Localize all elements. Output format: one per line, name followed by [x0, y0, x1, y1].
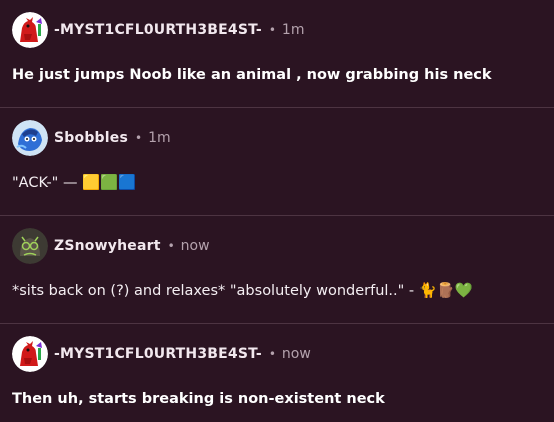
username[interactable]: Sbobbles: [54, 130, 128, 146]
post-header: Sbobbles • 1m: [12, 120, 171, 156]
post-item: -MYST1CFL0URTH3BE4ST- • 1m He just jumps…: [0, 0, 554, 108]
username[interactable]: -MYST1CFL0URTH3BE4ST-: [54, 346, 262, 362]
separator-dot: •: [167, 239, 175, 253]
separator-dot: •: [135, 131, 143, 145]
timestamp: 1m: [281, 22, 305, 38]
post-item: -MYST1CFL0URTH3BE4ST- • now Then uh, sta…: [0, 324, 554, 422]
chat-feed: -MYST1CFL0URTH3BE4ST- • 1m He just jumps…: [0, 0, 554, 422]
message-text: Then uh, starts breaking is non-existent…: [12, 391, 385, 407]
post-header: -MYST1CFL0URTH3BE4ST- • 1m: [12, 12, 304, 48]
timestamp: now: [180, 238, 210, 254]
blue-character-avatar-icon[interactable]: [12, 120, 48, 156]
red-devil-avatar-icon[interactable]: [12, 12, 48, 48]
timestamp: 1m: [148, 130, 171, 146]
post-item: Sbobbles • 1m "ACK-" — 🟨🟩🟦: [0, 108, 554, 216]
timestamp: now: [281, 346, 311, 362]
username[interactable]: ZSnowyheart: [54, 238, 161, 254]
dark-character-avatar-icon[interactable]: [12, 228, 48, 264]
message-text: *sits back on (?) and relaxes* "absolute…: [12, 283, 473, 299]
post-item: ZSnowyheart • now *sits back on (?) and …: [0, 216, 554, 324]
username[interactable]: -MYST1CFL0URTH3BE4ST-: [54, 22, 262, 38]
post-header: ZSnowyheart • now: [12, 228, 210, 264]
separator-dot: •: [268, 23, 276, 37]
red-devil-avatar-icon[interactable]: [12, 336, 48, 372]
message-text: He just jumps Noob like an animal , now …: [12, 67, 492, 83]
message-text: "ACK-" — 🟨🟩🟦: [12, 175, 137, 191]
separator-dot: •: [268, 347, 276, 361]
post-header: -MYST1CFL0URTH3BE4ST- • now: [12, 336, 311, 372]
